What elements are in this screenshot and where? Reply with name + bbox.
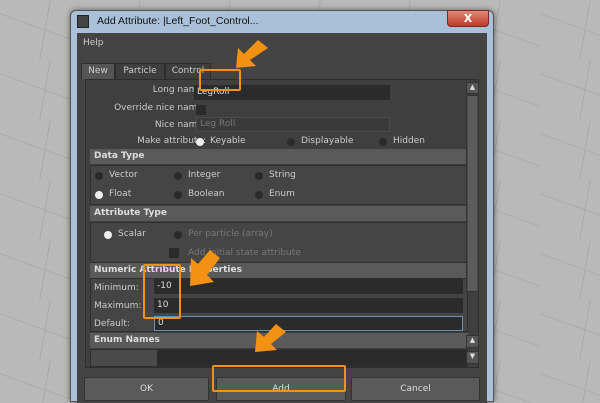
annotation-arrows	[190, 40, 286, 352]
arrow-icon	[236, 40, 268, 68]
arrow-icon	[190, 250, 220, 286]
arrow-icon	[255, 324, 286, 352]
